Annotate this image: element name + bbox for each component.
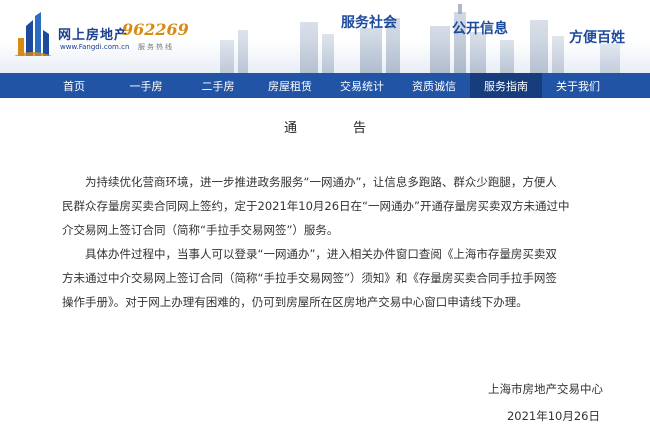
slogan-open-info: 公开信息	[452, 21, 508, 37]
slogan-convenience: 方便百姓	[569, 30, 625, 46]
notice-paragraph-1: 为持续优化营商环境，进一步推进政务服务“一网通办”，让信息多跑路、群众少跑腿，方…	[62, 170, 618, 242]
main-nav: 首页 一手房 二手房 房屋租赁 交易统计 资质诚信 服务指南 关于我们	[0, 73, 650, 98]
hotline-number: 962269	[122, 20, 189, 39]
nav-item-new-homes[interactable]: 一手房	[110, 73, 182, 98]
paragraph-line: 操作手册》。对于网上办理有困难的，仍可到房屋所在区房地产交易中心窗口申请线下办理…	[62, 295, 528, 309]
slogan-service: 服务社会	[341, 15, 397, 31]
signature-date: 2021年10月26日	[506, 409, 600, 423]
paragraph-line: 介交易网上签订合同（简称“手拉手交易网签”）服务。	[62, 223, 339, 237]
nav-item-rental[interactable]: 房屋租赁	[254, 73, 326, 98]
paragraph-line: 具体办件过程中，当事人可以登录“一网通办”，进入相关办件窗口查阅《上海市存量房买…	[85, 247, 557, 261]
notice-paragraph-2: 具体办件过程中，当事人可以登录“一网通办”，进入相关办件窗口查阅《上海市存量房买…	[62, 242, 618, 314]
paragraph-line: 民群众存量房买卖合同网上签约，定于2021年10月26日在“一网通办”开通存量房…	[62, 199, 570, 213]
paragraph-line: 方未通过中介交易网上签订合同（简称“手拉手交易网签”）须知》和《存量房买卖合同手…	[62, 271, 557, 285]
nav-item-service-guide[interactable]: 服务指南	[470, 73, 542, 98]
site-header: 网上房地产 www.Fangdi.com.cn 962269 服务热线 服务社会…	[0, 0, 650, 73]
nav-item-statistics[interactable]: 交易统计	[326, 73, 398, 98]
nav-item-about[interactable]: 关于我们	[542, 73, 614, 98]
fangdi-logo-icon	[14, 12, 52, 56]
site-url: www.Fangdi.com.cn	[60, 43, 130, 51]
site-name[interactable]: 网上房地产	[58, 24, 128, 43]
nav-item-resale[interactable]: 二手房	[182, 73, 254, 98]
nav-item-home[interactable]: 首页	[38, 73, 110, 98]
notice-title: 通告	[283, 121, 422, 136]
nav-item-credentials[interactable]: 资质诚信	[398, 73, 470, 98]
notice-content: 通告 为持续优化营商环境，进一步推进政务服务“一网通办”，让信息多跑路、群众少跑…	[0, 98, 650, 436]
paragraph-line: 为持续优化营商环境，进一步推进政务服务“一网通办”，让信息多跑路、群众少跑腿，方…	[85, 175, 557, 189]
hotline-label: 服务热线	[138, 43, 174, 51]
signature-organization: 上海市房地产交易中心	[488, 382, 603, 396]
